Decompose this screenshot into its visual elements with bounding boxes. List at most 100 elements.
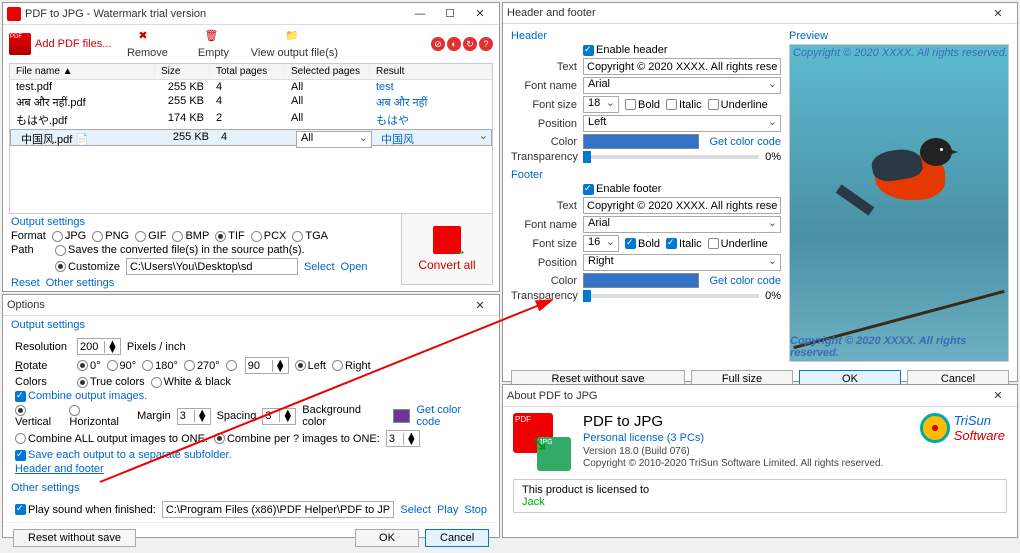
- h-pos-select[interactable]: Left: [583, 115, 781, 132]
- h-text-input[interactable]: [583, 58, 781, 75]
- rot-left[interactable]: Left: [295, 360, 326, 372]
- maximize-button[interactable]: ☐: [435, 4, 465, 24]
- trisun-logo[interactable]: TriSunSoftware: [920, 413, 1005, 443]
- close-button[interactable]: ✕: [465, 4, 495, 24]
- f-underline[interactable]: Underline: [708, 238, 768, 250]
- action-2[interactable]: ◐: [447, 37, 461, 51]
- h-color-swatch[interactable]: [583, 134, 699, 149]
- col-total[interactable]: Total pages: [210, 64, 285, 80]
- fmt-gif[interactable]: GIF: [135, 230, 166, 242]
- action-4[interactable]: ?: [479, 37, 493, 51]
- fmt-jpg[interactable]: JPG: [52, 230, 86, 242]
- rot-270[interactable]: 270°: [184, 360, 220, 372]
- f-bold[interactable]: Bold: [625, 238, 660, 250]
- f-font-select[interactable]: Arial: [583, 216, 781, 233]
- options-title: Options: [7, 299, 465, 311]
- sound-path-input[interactable]: [162, 501, 395, 518]
- h-size-select[interactable]: 18: [583, 96, 619, 113]
- f-size-select[interactable]: 16: [583, 235, 619, 252]
- open-path-link[interactable]: Open: [341, 261, 368, 273]
- fmt-tif[interactable]: TIF: [215, 230, 245, 242]
- margin-input[interactable]: ▲▼: [177, 408, 211, 425]
- combine-per-radio[interactable]: Combine per ? images to ONE:: [214, 433, 380, 445]
- fmt-png[interactable]: PNG: [92, 230, 129, 242]
- f-pos-select[interactable]: Right: [583, 254, 781, 271]
- spacing-input[interactable]: ▲▼: [262, 408, 296, 425]
- add-pdf-button[interactable]: Add PDF files...: [9, 33, 111, 55]
- enable-footer-check[interactable]: Enable footer: [583, 183, 661, 195]
- h-color-link[interactable]: Get color code: [709, 136, 781, 148]
- h-trans-slider[interactable]: [583, 155, 759, 159]
- minimize-button[interactable]: —: [405, 4, 435, 24]
- fmt-bmp[interactable]: BMP: [172, 230, 209, 242]
- rot-0[interactable]: 0°: [77, 360, 101, 372]
- rot-90[interactable]: 90°: [107, 360, 137, 372]
- table-row[interactable]: अब और नहीं.pdf255 KB4Allअब और नहीं: [10, 94, 492, 111]
- table-row[interactable]: 中国风.pdf 📄255 KB4All中国风: [10, 129, 492, 146]
- action-3[interactable]: ↻: [463, 37, 477, 51]
- col-selected[interactable]: Selected pages: [285, 64, 370, 80]
- sound-select[interactable]: Select: [400, 504, 431, 516]
- view-output-button[interactable]: 📁View output file(s): [249, 29, 339, 59]
- pages-select[interactable]: All: [296, 131, 372, 148]
- rot-custom[interactable]: [226, 360, 239, 372]
- about-name: PDF to JPG: [583, 413, 883, 430]
- f-color-link[interactable]: Get color code: [709, 275, 781, 287]
- fmt-tga[interactable]: TGA: [292, 230, 328, 242]
- play-sound-check[interactable]: Play sound when finished:: [15, 504, 156, 516]
- col-name[interactable]: File name ▲: [10, 64, 155, 80]
- h-italic[interactable]: Italic: [666, 99, 702, 111]
- f-text-input[interactable]: [583, 197, 781, 214]
- app-icon: [7, 7, 21, 21]
- hf-close-button[interactable]: ✕: [983, 3, 1013, 23]
- rot-custom-input[interactable]: ▲▼: [245, 357, 289, 374]
- wb-colors[interactable]: White & black: [151, 376, 231, 388]
- combine-check[interactable]: Combine output images.: [15, 390, 147, 402]
- options-ok-button[interactable]: OK: [355, 529, 419, 547]
- options-close-button[interactable]: ✕: [465, 295, 495, 315]
- f-italic[interactable]: Italic: [666, 238, 702, 250]
- sound-play[interactable]: Play: [437, 504, 458, 516]
- combine-horizontal[interactable]: Horizontal: [69, 404, 131, 428]
- other-settings-link[interactable]: Other settings: [46, 277, 114, 289]
- col-size[interactable]: Size: [155, 64, 210, 80]
- combine-vertical[interactable]: Vertical: [15, 404, 63, 428]
- rot-right[interactable]: Right: [332, 360, 371, 372]
- select-path-link[interactable]: Select: [304, 261, 335, 273]
- resolution-label: Resolution: [15, 341, 71, 353]
- sound-stop[interactable]: Stop: [464, 504, 487, 516]
- remove-icon: ✖: [138, 29, 156, 47]
- f-trans-slider[interactable]: [583, 294, 759, 298]
- reset-link[interactable]: Reset: [11, 277, 40, 289]
- action-1[interactable]: ⊘: [431, 37, 445, 51]
- preview-bird-image: [840, 100, 970, 230]
- about-close-button[interactable]: ✕: [983, 386, 1013, 406]
- fmt-pcx[interactable]: PCX: [251, 230, 287, 242]
- header-footer-link[interactable]: Header and footer: [15, 463, 104, 475]
- path-input[interactable]: [126, 258, 298, 275]
- rot-180[interactable]: 180°: [142, 360, 178, 372]
- col-result[interactable]: Result: [370, 64, 492, 80]
- combine-per-input[interactable]: ▲▼: [386, 430, 420, 447]
- h-underline[interactable]: Underline: [708, 99, 768, 111]
- true-colors[interactable]: True colors: [77, 376, 145, 388]
- path-custom-radio[interactable]: Customize: [55, 261, 120, 273]
- convert-all-button[interactable]: Convert all: [401, 213, 493, 285]
- f-color-swatch[interactable]: [583, 273, 699, 288]
- enable-header-check[interactable]: Enable header: [583, 44, 668, 56]
- h-font-select[interactable]: Arial: [583, 77, 781, 94]
- options-reset-button[interactable]: Reset without save: [13, 529, 136, 547]
- table-row[interactable]: test.pdf255 KB4Alltest: [10, 80, 492, 94]
- resolution-input[interactable]: ▲▼: [77, 338, 121, 355]
- save-each-check[interactable]: Save each output to a separate subfolder…: [15, 449, 232, 461]
- bgcolor-swatch[interactable]: [393, 409, 411, 423]
- empty-button[interactable]: 🗑Empty: [183, 29, 243, 59]
- combine-all-radio[interactable]: Combine ALL output images to ONE.: [15, 433, 208, 445]
- table-row[interactable]: もはや.pdf174 KB2Allもはや: [10, 111, 492, 129]
- h-bold[interactable]: Bold: [625, 99, 660, 111]
- options-cancel-button[interactable]: Cancel: [425, 529, 489, 547]
- action-buttons: ⊘ ◐ ↻ ?: [431, 37, 493, 51]
- path-source-radio[interactable]: Saves the converted file(s) in the sourc…: [55, 244, 305, 256]
- remove-button[interactable]: ✖Remove: [117, 29, 177, 59]
- get-color-link[interactable]: Get color code: [416, 404, 487, 428]
